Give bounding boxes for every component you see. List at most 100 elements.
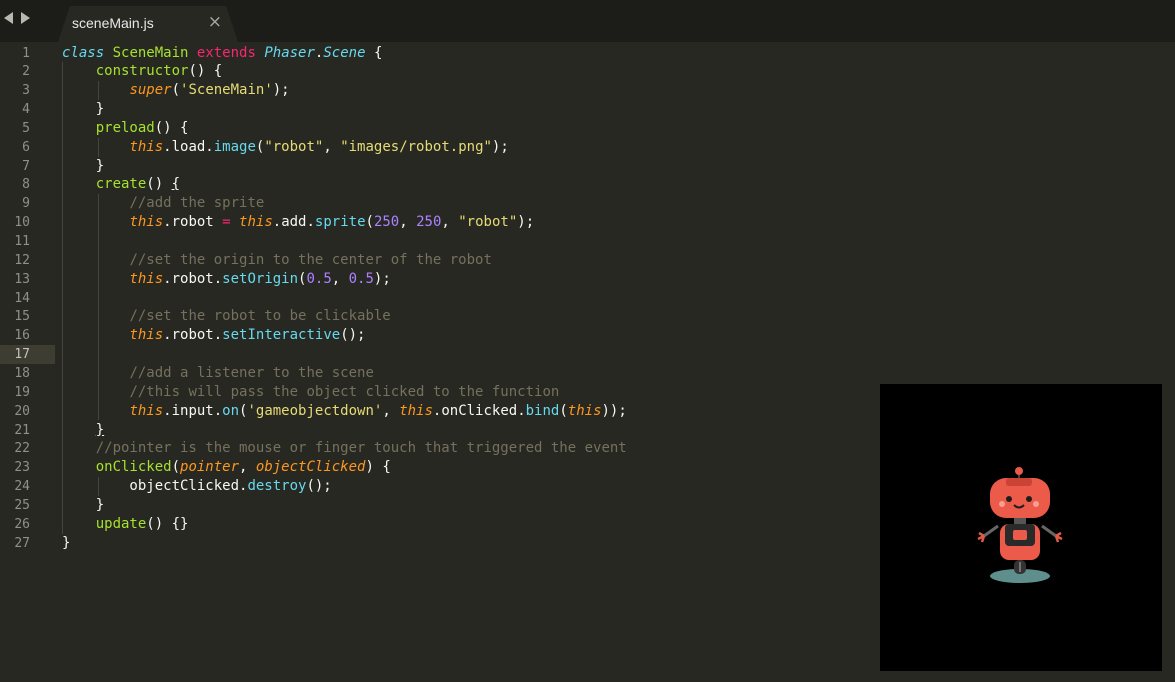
code-token: constructor — [95, 63, 189, 80]
code-line[interactable]: 15 //set the robot to be clickable — [0, 307, 1175, 326]
close-icon[interactable]: × — [208, 12, 222, 32]
code-token: } — [62, 157, 105, 174]
code-token: ( — [171, 82, 181, 99]
code-text: this.load.image("robot", "images/robot.p… — [62, 138, 508, 157]
line-number: 15 — [14, 309, 30, 325]
robot-sprite[interactable] — [976, 466, 1066, 586]
code-line[interactable]: 6 this.load.image("robot", "images/robot… — [0, 138, 1175, 157]
indent-guide — [98, 477, 100, 496]
code-text: //add the sprite — [62, 194, 264, 213]
code-token: , — [399, 214, 417, 231]
code-token: setOrigin — [222, 270, 299, 287]
code-token: this — [239, 214, 273, 231]
code-token: Phaser — [264, 44, 315, 61]
line-number: 18 — [14, 365, 30, 381]
code-token: .robot. — [163, 327, 223, 344]
chevron-left-icon[interactable] — [4, 12, 13, 24]
code-line[interactable]: 9 //add the sprite — [0, 194, 1175, 213]
code-token: Scene — [323, 44, 366, 61]
line-number: 22 — [14, 441, 30, 457]
code-token: on — [222, 402, 240, 419]
code-text: this.robot = this.add.sprite(250, 250, "… — [62, 213, 534, 232]
code-token: objectClicked — [255, 459, 366, 476]
line-number: 5 — [22, 120, 30, 136]
line-number: 25 — [14, 497, 30, 513]
code-line[interactable]: 5 preload() { — [0, 119, 1175, 138]
code-token: "robot" — [458, 214, 518, 231]
code-token: //set the origin to the center of the ro… — [129, 251, 492, 268]
code-token: onClicked — [95, 459, 172, 476]
code-token: class — [62, 44, 105, 61]
game-preview-canvas[interactable] — [880, 384, 1162, 671]
code-line[interactable]: 16 this.robot.setInteractive(); — [0, 326, 1175, 345]
code-token: } — [95, 421, 105, 438]
code-token: .robot — [163, 214, 223, 231]
code-line[interactable]: 2 constructor() { — [0, 62, 1175, 81]
code-token: SceneMain — [112, 44, 189, 61]
code-token: = — [222, 214, 231, 231]
code-text: this.robot.setInteractive(); — [62, 326, 365, 345]
code-token: setInteractive — [222, 327, 341, 344]
tab-label: sceneMain.js — [72, 15, 154, 31]
code-line[interactable]: 13 this.robot.setOrigin(0.5, 0.5); — [0, 270, 1175, 289]
code-text: constructor() { — [62, 62, 222, 81]
code-token: //add a listener to the scene — [129, 364, 374, 381]
code-line[interactable]: 3 super('SceneMain'); — [0, 81, 1175, 100]
code-token: ) { — [365, 459, 391, 476]
code-token: this — [129, 270, 164, 287]
code-token: ( — [365, 214, 374, 231]
code-token: () — [146, 176, 172, 193]
code-line[interactable]: 1 class SceneMain extends Phaser.Scene { — [0, 44, 1175, 63]
code-line[interactable]: 11 — [0, 232, 1175, 251]
line-number: 26 — [14, 516, 30, 532]
code-token: , — [441, 214, 459, 231]
chevron-right-icon[interactable] — [21, 12, 30, 24]
code-token: "robot" — [264, 138, 324, 155]
code-line[interactable]: 10 this.robot = this.add.sprite(250, 250… — [0, 213, 1175, 232]
code-token: image — [213, 138, 256, 155]
code-token: this — [567, 402, 602, 419]
code-token: 250 — [416, 214, 442, 231]
code-token: this — [129, 327, 164, 344]
line-number: 24 — [14, 479, 30, 495]
code-token: this — [129, 402, 164, 419]
code-token: , — [239, 459, 256, 476]
code-line[interactable]: 8 create() { — [0, 175, 1175, 194]
code-text: objectClicked.destroy(); — [62, 477, 331, 496]
code-text: //set the origin to the center of the ro… — [62, 251, 492, 270]
code-text: } — [62, 534, 70, 553]
line-number: 4 — [22, 102, 30, 118]
code-token: bind — [525, 402, 560, 419]
line-number: 11 — [14, 234, 30, 249]
tab-scenemain-js[interactable]: sceneMain.js × — [58, 6, 238, 42]
code-line[interactable]: 4 } — [0, 100, 1175, 119]
line-number: 14 — [14, 290, 30, 306]
indent-guide — [62, 62, 63, 534]
code-text: onClicked(pointer, objectClicked) { — [62, 458, 391, 477]
code-text: create() { — [62, 175, 180, 194]
code-token: )); — [601, 402, 627, 419]
code-line[interactable]: 18 //add a listener to the scene — [0, 364, 1175, 383]
code-line[interactable]: 14 — [0, 289, 1175, 308]
code-text: //add a listener to the scene — [62, 364, 374, 383]
code-line[interactable]: 12 //set the origin to the center of the… — [0, 251, 1175, 270]
line-number: 3 — [22, 83, 30, 99]
code-line[interactable]: 17 — [0, 345, 1175, 365]
line-number: 13 — [14, 271, 30, 287]
code-line[interactable]: 7 } — [0, 157, 1175, 176]
code-token: , — [323, 138, 341, 155]
code-token: extends — [196, 44, 256, 61]
code-text: } — [62, 421, 104, 440]
